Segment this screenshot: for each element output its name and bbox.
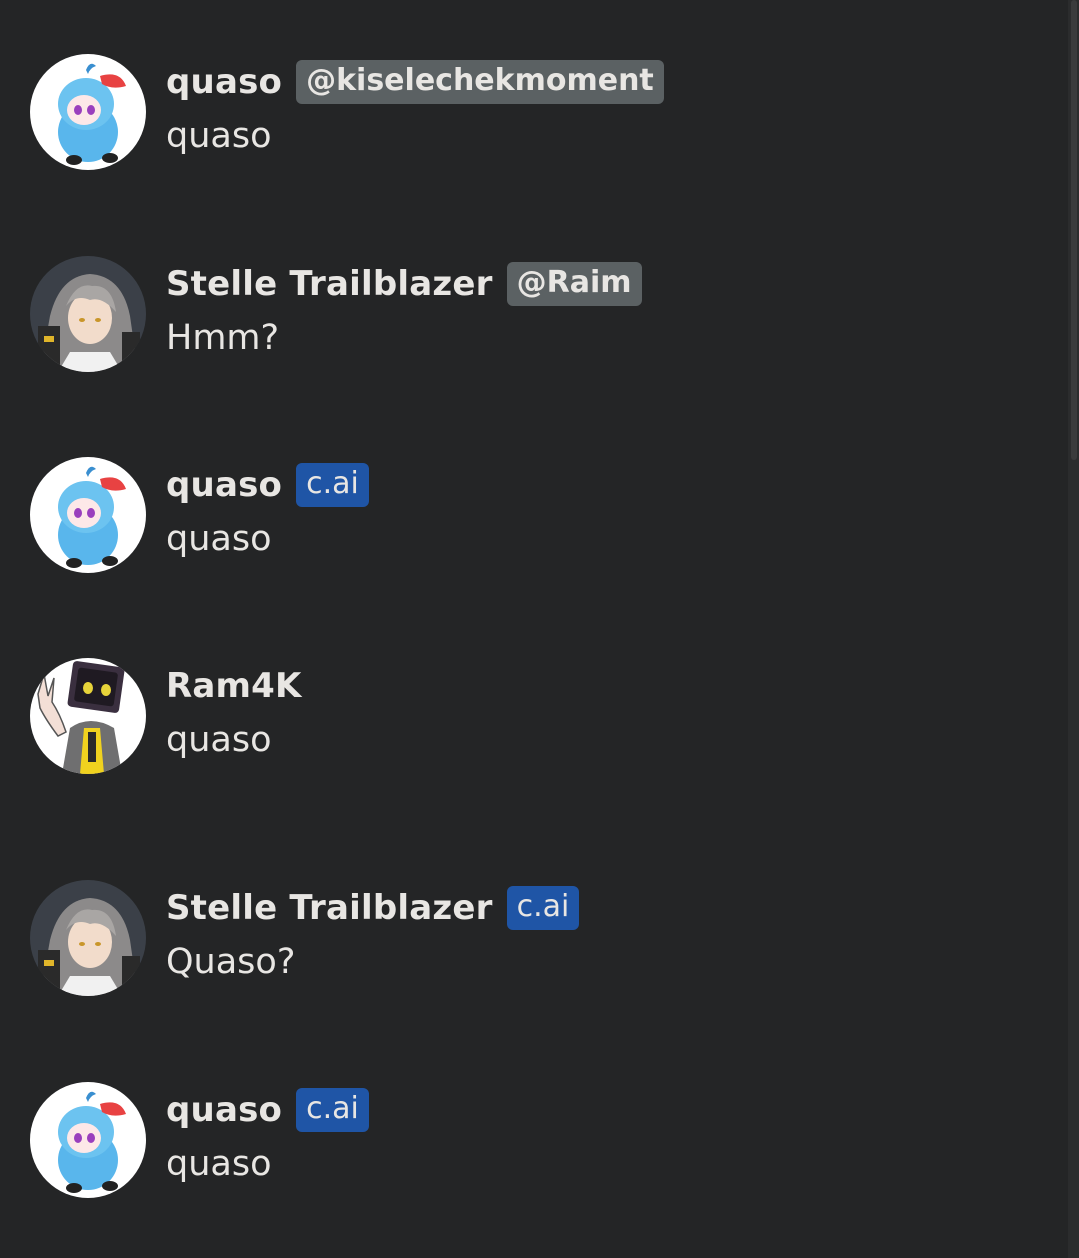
pig-mascot-avatar[interactable]	[30, 457, 146, 573]
author-handle-badge: @kiselechekmoment	[296, 60, 664, 104]
scrollbar-thumb[interactable]	[1071, 0, 1077, 460]
message: quaso c.ai quaso	[30, 1082, 1030, 1202]
author-name[interactable]: Ram4K	[166, 666, 302, 706]
author-handle-badge: @Raim	[506, 262, 642, 306]
message-text: quaso	[166, 720, 272, 760]
message: Stelle Trailblazer c.ai Quaso?	[30, 880, 1030, 1000]
message-text: quaso	[166, 116, 272, 156]
message-text: Hmm?	[166, 318, 280, 358]
chat-history: quaso @kiselechekmoment quaso Stelle Tra…	[0, 0, 1068, 1258]
tv-head-avatar[interactable]	[30, 658, 146, 774]
message-text: Quaso?	[166, 942, 296, 982]
author-name[interactable]: Stelle Trailblazer	[166, 264, 493, 304]
message-text: quaso	[166, 1144, 272, 1184]
cai-badge: c.ai	[296, 1088, 369, 1132]
anime-girl-avatar[interactable]	[30, 880, 146, 996]
author-name[interactable]: quaso	[166, 1090, 282, 1130]
cai-badge: c.ai	[296, 463, 369, 507]
pig-mascot-avatar[interactable]	[30, 54, 146, 170]
author-name[interactable]: Stelle Trailblazer	[166, 888, 493, 928]
author-name[interactable]: quaso	[166, 62, 282, 102]
message: Stelle Trailblazer @Raim Hmm?	[30, 256, 1030, 376]
pig-mascot-avatar[interactable]	[30, 1082, 146, 1198]
scrollbar[interactable]	[1068, 0, 1079, 1258]
message: Ram4K quaso	[30, 658, 1030, 778]
anime-girl-avatar[interactable]	[30, 256, 146, 372]
message: quaso c.ai quaso	[30, 457, 1030, 577]
message: quaso @kiselechekmoment quaso	[30, 54, 1030, 174]
message-text: quaso	[166, 519, 272, 559]
author-name[interactable]: quaso	[166, 465, 282, 505]
cai-badge: c.ai	[506, 886, 580, 930]
